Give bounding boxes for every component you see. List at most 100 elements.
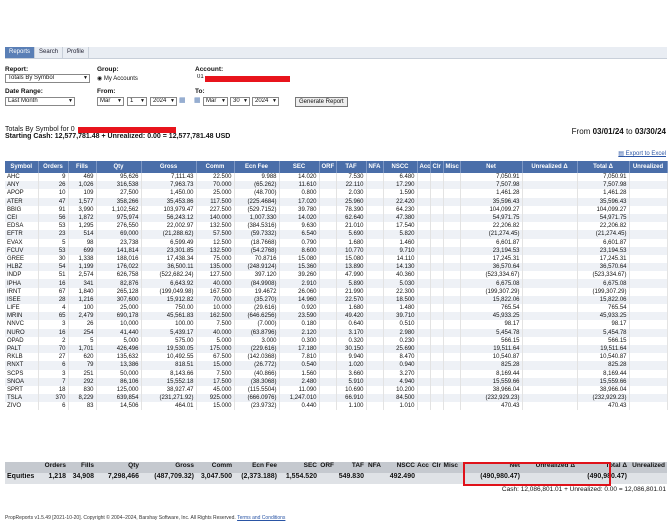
column-header[interactable]: Misc xyxy=(443,161,461,173)
table-cell: 70.000 xyxy=(196,181,235,190)
calendar-icon[interactable]: ▦ xyxy=(179,96,186,104)
table-cell: 10.200 xyxy=(383,385,418,395)
table-cell: 7,507.98 xyxy=(460,181,523,190)
table-cell: 925.000 xyxy=(196,394,235,403)
table-cell xyxy=(430,402,444,411)
table-cell xyxy=(366,353,384,362)
table-cell: 0.300 xyxy=(279,336,320,345)
table-cell xyxy=(319,189,337,198)
to-day-select[interactable]: 30 ▼ xyxy=(230,97,250,106)
table-cell xyxy=(366,230,384,239)
tab-reports[interactable]: Reports xyxy=(5,47,36,58)
symbol-cell: MRIN xyxy=(5,312,39,321)
symbol-cell: PALT xyxy=(5,344,39,354)
table-cell xyxy=(443,312,461,321)
column-header[interactable]: SEC xyxy=(279,161,320,173)
calendar-icon[interactable]: ▦ xyxy=(194,96,201,104)
column-header[interactable]: ORF xyxy=(319,161,337,173)
from-month-select[interactable]: Mar ▼ xyxy=(97,97,124,106)
export-to-excel-link[interactable]: ▤ Export to Excel xyxy=(618,150,666,157)
table-cell: 17.290 xyxy=(383,181,418,190)
column-header[interactable]: Fills xyxy=(68,161,97,173)
table-cell: 51 xyxy=(38,271,69,280)
table-cell: 1,840 xyxy=(68,287,97,296)
totals-header-cell: TAF xyxy=(351,462,364,469)
table-cell xyxy=(522,181,578,190)
symbol-cell: APOP xyxy=(5,189,39,198)
table-cell: 39.780 xyxy=(279,205,320,214)
totals-header-cell: Ecn Fee xyxy=(252,462,277,469)
column-header[interactable]: Qty xyxy=(96,161,142,173)
table-cell: 10 xyxy=(38,189,69,198)
report-select[interactable]: Totals By Symbol ▼ xyxy=(5,74,90,83)
table-cell xyxy=(366,320,384,329)
table-cell: 69,000 xyxy=(96,230,142,239)
column-header[interactable]: Orders xyxy=(38,161,69,173)
from-day-select[interactable]: 1 ▼ xyxy=(127,97,147,106)
table-cell xyxy=(443,197,461,206)
date-range-select[interactable]: Last Month ▼ xyxy=(5,97,75,106)
table-cell xyxy=(319,336,337,345)
to-year-select[interactable]: 2024 ▼ xyxy=(252,97,279,106)
table-row: IRNT 67 1,840 265,128 (199,049.98) 167.500 19.… xyxy=(5,287,668,296)
table-cell: 1.480 xyxy=(383,304,418,313)
table-cell: 6,599.49 xyxy=(141,238,197,247)
table-cell xyxy=(417,287,431,296)
table-cell xyxy=(430,189,444,198)
column-header[interactable]: Total Δ xyxy=(577,161,630,173)
table-cell xyxy=(443,402,461,411)
table-cell: 10.770 xyxy=(336,246,367,255)
from-month-value: Mar xyxy=(100,98,111,104)
column-header[interactable]: Gross xyxy=(141,161,197,173)
table-cell: 10.690 xyxy=(336,385,367,395)
column-header[interactable]: Acc xyxy=(417,161,431,173)
table-cell: 2.120 xyxy=(279,328,320,337)
table-cell xyxy=(443,173,461,182)
column-header[interactable]: TAF xyxy=(336,161,367,173)
symbol-cell: ZIVO xyxy=(5,402,39,411)
table-cell xyxy=(319,230,337,239)
column-header[interactable]: NFA xyxy=(366,161,384,173)
table-cell: 7,963.73 xyxy=(141,181,197,190)
table-cell xyxy=(522,222,578,231)
terms-link[interactable]: Terms and Conditions xyxy=(237,515,285,521)
column-header[interactable]: Comm xyxy=(196,161,235,173)
column-header[interactable]: Symbol xyxy=(5,161,39,173)
table-row: SNOA 7 292 86,106 15,552.18 17.500 (38.3068) 2.… xyxy=(5,377,668,386)
column-header[interactable]: Unrealized xyxy=(629,161,668,173)
table-cell: 6,601.87 xyxy=(577,238,630,247)
to-month-select[interactable]: Mar ▼ xyxy=(203,97,228,106)
group-value[interactable]: ◉ My Accounts xyxy=(97,75,138,82)
symbol-cell: SCPS xyxy=(5,369,39,378)
table-cell xyxy=(522,197,578,206)
column-header[interactable]: Clr xyxy=(430,161,444,173)
chevron-down-icon: ▼ xyxy=(117,98,122,104)
table-cell: 45,561.83 xyxy=(141,312,197,321)
column-header[interactable]: Net xyxy=(460,161,523,173)
table-row: ZIVO 6 83 14,506 464.01 15.000 (23.9732) 0.440 1… xyxy=(5,402,668,411)
tab-profile[interactable]: Profile xyxy=(63,47,90,58)
column-header[interactable]: Unrealized Δ xyxy=(522,161,578,173)
tab-search[interactable]: Search xyxy=(35,47,64,58)
from-year-select[interactable]: 2024 ▼ xyxy=(150,97,177,106)
table-cell: 103,979.47 xyxy=(141,205,197,214)
symbol-cell: AHC xyxy=(5,173,39,182)
table-cell xyxy=(629,402,668,411)
table-cell: 825.28 xyxy=(460,361,523,370)
chevron-down-icon: ▼ xyxy=(83,75,88,81)
column-header[interactable]: Ecn Fee xyxy=(234,161,280,173)
generate-report-button[interactable]: Generate Report xyxy=(295,97,348,107)
table-cell xyxy=(417,263,431,272)
column-header[interactable]: NSCC xyxy=(383,161,418,173)
table-cell: 22.420 xyxy=(383,197,418,206)
table-cell xyxy=(430,385,444,395)
table-cell xyxy=(417,320,431,329)
table-cell: 22.300 xyxy=(383,287,418,296)
table-cell xyxy=(522,344,578,354)
table-cell xyxy=(366,377,384,386)
table-cell xyxy=(443,361,461,370)
table-cell xyxy=(417,394,431,403)
table-cell xyxy=(366,336,384,345)
table-cell xyxy=(366,238,384,247)
table-cell xyxy=(430,369,444,378)
